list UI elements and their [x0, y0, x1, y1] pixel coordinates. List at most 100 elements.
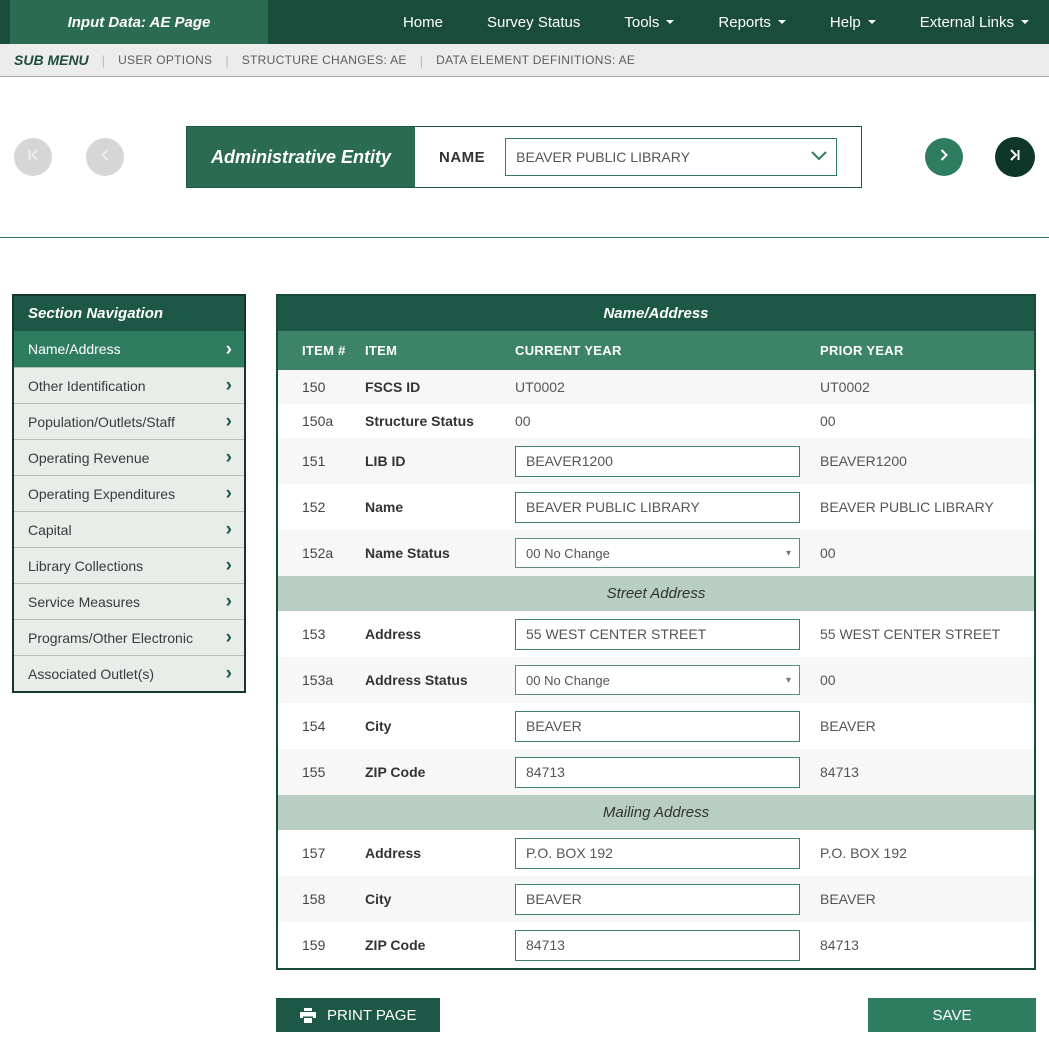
chevron-right-icon: › [226, 376, 232, 395]
current-year-value: UT0002 [515, 379, 565, 395]
current-year-input-155[interactable] [515, 757, 800, 788]
table-row-157: 157AddressP.O. BOX 192 [278, 830, 1034, 876]
section-nav-list: Name/Address›Other Identification›Popula… [14, 331, 244, 691]
print-page-button[interactable]: PRINT PAGE [276, 998, 440, 1032]
sidebar-item-label: Associated Outlet(s) [28, 666, 154, 682]
current-year-input-153[interactable] [515, 619, 800, 650]
current-year-input-157[interactable] [515, 838, 800, 869]
caret-down-icon [666, 20, 674, 24]
current-year-cell: 00 [515, 413, 820, 429]
section-navigation-title: Section Navigation [14, 296, 244, 331]
current-year-input-152[interactable] [515, 492, 800, 523]
save-button[interactable]: SAVE [868, 998, 1036, 1032]
prior-year-value: 00 [820, 672, 1034, 688]
current-year-input-151[interactable] [515, 446, 800, 477]
item-number: 155 [302, 764, 365, 780]
separator: | [420, 53, 423, 68]
sidebar-item-name-address[interactable]: Name/Address› [14, 331, 244, 367]
last-page-icon [1007, 147, 1023, 168]
current-year-select-152a[interactable]: 00 No Change▾ [515, 538, 800, 568]
table-row-158: 158CityBEAVER [278, 876, 1034, 922]
nav-item-tools[interactable]: Tools [624, 14, 674, 31]
select-value: 00 No Change [526, 546, 786, 561]
entity-name-select[interactable]: BEAVER PUBLIC LIBRARY [505, 138, 837, 176]
item-number: 153a [302, 672, 365, 688]
chevron-right-icon: › [226, 520, 232, 539]
previous-page-button[interactable] [86, 138, 124, 176]
sidebar-item-label: Capital [28, 522, 72, 538]
sidebar-item-operating-revenue[interactable]: Operating Revenue› [14, 439, 244, 475]
column-header-item: ITEM [365, 343, 515, 358]
nav-item-survey-status[interactable]: Survey Status [487, 14, 580, 31]
table-row-154: 154CityBEAVER [278, 703, 1034, 749]
sidebar-item-other-identification[interactable]: Other Identification› [14, 367, 244, 403]
sidebar-item-capital[interactable]: Capital › [14, 511, 244, 547]
nav-item-home[interactable]: Home [403, 14, 443, 31]
prior-year-value: 84713 [820, 937, 1034, 953]
current-year-input-154[interactable] [515, 711, 800, 742]
current-year-select-153a[interactable]: 00 No Change▾ [515, 665, 800, 695]
main-content: Section Navigation Name/Address›Other Id… [12, 294, 1036, 970]
item-label: Address [365, 626, 515, 642]
caret-down-icon [1021, 20, 1029, 24]
caret-down-icon: ▾ [786, 548, 791, 559]
submenu-item-data-element-definitions-ae[interactable]: DATA ELEMENT DEFINITIONS: AE [436, 53, 635, 67]
chevron-right-icon: › [226, 556, 232, 575]
item-label: City [365, 718, 515, 734]
current-year-cell: 00 No Change▾ [515, 665, 820, 695]
save-label: SAVE [933, 1007, 972, 1024]
last-page-button[interactable] [995, 137, 1035, 177]
main-nav: Home Survey Status Tools Reports Help Externa… [403, 0, 1049, 44]
caret-down-icon [868, 20, 876, 24]
item-label: Structure Status [365, 413, 515, 429]
table-title: Name/Address [278, 296, 1034, 331]
nav-item-external-links[interactable]: External Links [920, 14, 1029, 31]
top-navigation: Input Data: AE Page Home Survey Status Too… [0, 0, 1049, 44]
item-number: 157 [302, 845, 365, 861]
current-page-tab[interactable]: Input Data: AE Page [10, 0, 268, 44]
prior-year-value: BEAVER1200 [820, 453, 1034, 469]
item-label: Address Status [365, 672, 515, 688]
submenu-item-structure-changes-ae[interactable]: STRUCTURE CHANGES: AE [242, 53, 407, 67]
current-year-cell [515, 884, 820, 915]
nav-item-reports[interactable]: Reports [718, 14, 786, 31]
sidebar-item-operating-expenditures[interactable]: Operating Expenditures› [14, 475, 244, 511]
item-number: 154 [302, 718, 365, 734]
sidebar-item-library-collections[interactable]: Library Collections › [14, 547, 244, 583]
sub-menu-bar: SUB MENU |USER OPTIONS|STRUCTURE CHANGES… [0, 44, 1049, 77]
printer-icon [300, 1008, 316, 1023]
table-row-153a: 153aAddress Status00 No Change▾ 00 [278, 657, 1034, 703]
entity-name-label: NAME [439, 149, 485, 166]
prior-year-value: UT0002 [820, 379, 1034, 395]
current-year-value: 00 [515, 413, 531, 429]
sidebar-item-population-outlets-staff[interactable]: Population/Outlets/Staff› [14, 403, 244, 439]
table-row-153: 153Address55 WEST CENTER STREET [278, 611, 1034, 657]
prior-year-value: 84713 [820, 764, 1034, 780]
next-page-button[interactable] [925, 138, 963, 176]
item-number: 150a [302, 413, 365, 429]
table-row-155: 155ZIP Code 84713 [278, 749, 1034, 795]
table-row-150: 150FSCS IDUT0002UT0002 [278, 370, 1034, 404]
sidebar-item-label: Operating Revenue [28, 450, 149, 466]
prior-year-value: P.O. BOX 192 [820, 845, 1034, 861]
sidebar-item-label: Service Measures [28, 594, 140, 610]
sidebar-item-service-measures[interactable]: Service Measures› [14, 583, 244, 619]
item-label: Name [365, 499, 515, 515]
current-year-cell: UT0002 [515, 379, 820, 395]
item-label: ZIP Code [365, 764, 515, 780]
caret-down-icon: ▾ [786, 675, 791, 686]
submenu-item-user-options[interactable]: USER OPTIONS [118, 53, 212, 67]
current-year-input-159[interactable] [515, 930, 800, 961]
chevron-right-icon: › [226, 484, 232, 503]
chevron-right-icon: › [226, 664, 232, 683]
caret-down-icon [778, 20, 786, 24]
sidebar-item-programs-other-electronic[interactable]: Programs/Other Electronic› [14, 619, 244, 655]
table-row-151: 151LIB IDBEAVER1200 [278, 438, 1034, 484]
sidebar-item-associated-outlet-s[interactable]: Associated Outlet(s) › [14, 655, 244, 691]
item-label: LIB ID [365, 453, 515, 469]
nav-item-help[interactable]: Help [830, 14, 876, 31]
sidebar-item-label: Library Collections [28, 558, 143, 574]
first-page-button[interactable] [14, 138, 52, 176]
sidebar-item-label: Programs/Other Electronic [28, 630, 193, 646]
current-year-input-158[interactable] [515, 884, 800, 915]
